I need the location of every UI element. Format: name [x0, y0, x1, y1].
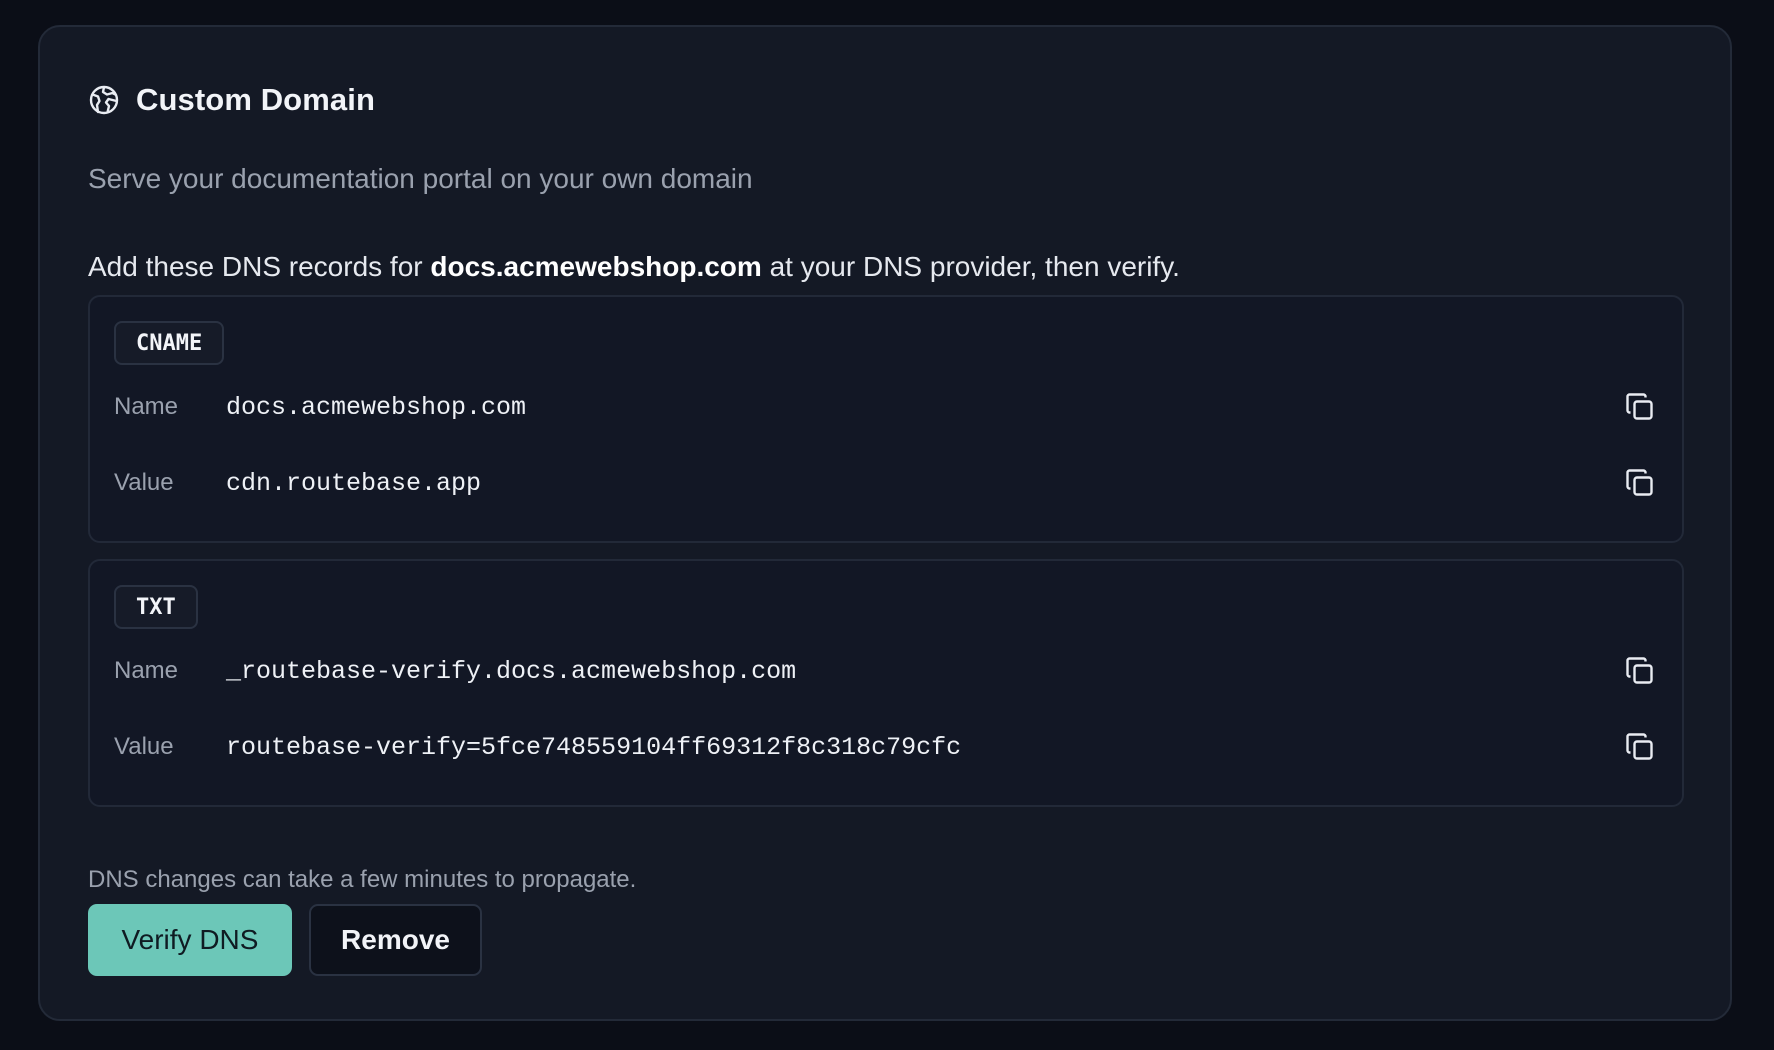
custom-domain-card: Custom Domain Serve your documentation p… — [38, 25, 1732, 1021]
record-value-label: Value — [114, 469, 174, 496]
instructions-prefix: Add these DNS records for — [88, 251, 431, 282]
record-value-row: Value cdn.routebase.app — [114, 461, 1658, 505]
record-value-value: cdn.routebase.app — [226, 468, 482, 498]
dns-record-txt: TXT Name _routebase-verify.docs.acmewebs… — [88, 559, 1684, 807]
record-value-value: routebase-verify=5fce748559104ff69312f8c… — [226, 732, 962, 762]
copy-value-button[interactable] — [1618, 461, 1662, 505]
record-type-badge: CNAME — [114, 321, 225, 365]
record-name-label: Name — [114, 393, 179, 420]
record-name-label: Name — [114, 657, 179, 684]
copy-icon — [1626, 657, 1653, 684]
propagation-note: DNS changes can take a few minutes to pr… — [88, 866, 637, 893]
copy-name-button[interactable] — [1618, 649, 1662, 693]
dns-instructions: Add these DNS records for docs.acmewebsh… — [88, 251, 1180, 283]
dns-record-cname: CNAME Name docs.acmewebshop.com Value cd… — [88, 295, 1684, 543]
record-name-row: Name docs.acmewebshop.com — [114, 385, 1658, 429]
record-type-badge: TXT — [114, 585, 198, 629]
record-name-value: _routebase-verify.docs.acmewebshop.com — [226, 656, 797, 686]
copy-name-button[interactable] — [1618, 385, 1662, 429]
remove-button[interactable]: Remove — [309, 904, 482, 976]
card-subtitle: Serve your documentation portal on your … — [88, 163, 753, 194]
instructions-domain: docs.acmewebshop.com — [430, 251, 762, 282]
copy-icon — [1626, 393, 1653, 420]
globe-icon — [89, 85, 119, 115]
record-value-row: Value routebase-verify=5fce748559104ff69… — [114, 725, 1658, 769]
card-title: Custom Domain — [136, 82, 375, 117]
record-name-row: Name _routebase-verify.docs.acmewebshop.… — [114, 649, 1658, 693]
copy-icon — [1626, 733, 1653, 760]
record-name-value: docs.acmewebshop.com — [226, 392, 527, 422]
copy-value-button[interactable] — [1618, 725, 1662, 769]
instructions-suffix: at your DNS provider, then verify. — [761, 251, 1180, 282]
copy-icon — [1626, 469, 1653, 496]
card-header: Custom Domain — [88, 82, 375, 118]
verify-dns-button[interactable]: Verify DNS — [88, 904, 292, 976]
record-value-label: Value — [114, 733, 174, 760]
